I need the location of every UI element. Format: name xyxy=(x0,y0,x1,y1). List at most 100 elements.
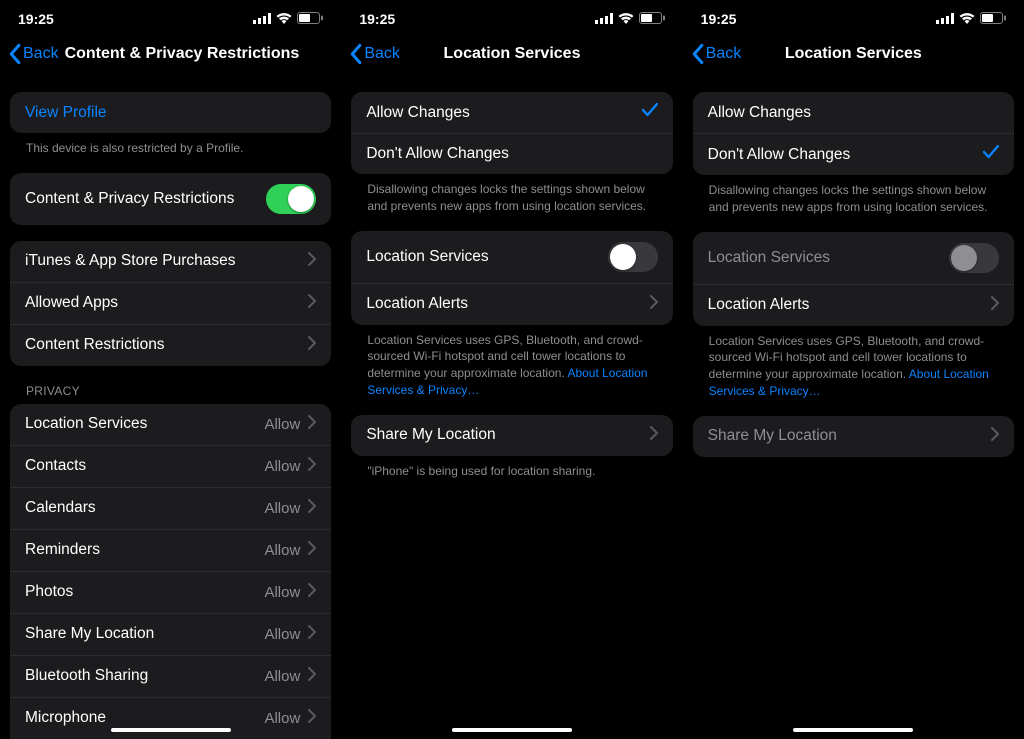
chevron-right-icon xyxy=(308,541,316,560)
content-privacy-toggle[interactable] xyxy=(266,184,316,214)
privacy-row[interactable]: Calendars Allow xyxy=(10,487,331,529)
group-allow: Allow Changes Don't Allow Changes xyxy=(693,92,1014,175)
home-indicator[interactable] xyxy=(793,728,913,733)
dont-allow-changes-label: Don't Allow Changes xyxy=(366,145,509,163)
privacy-row[interactable]: Location ServicesAllow xyxy=(10,404,331,445)
allow-changes-label: Allow Changes xyxy=(366,104,469,122)
group-loc: Location Services Location Alerts xyxy=(351,231,672,325)
signal-icon xyxy=(253,11,271,27)
row-right: Allow xyxy=(264,583,316,602)
signal-icon xyxy=(595,11,613,27)
privacy-row[interactable]: Reminders Allow xyxy=(10,529,331,571)
chevron-right-icon xyxy=(991,427,999,446)
allow-changes-row[interactable]: Allow Changes xyxy=(351,92,672,133)
dont-allow-changes-label: Don't Allow Changes xyxy=(708,146,851,164)
home-indicator[interactable] xyxy=(111,728,231,733)
changes-footer: Disallowing changes locks the settings s… xyxy=(693,175,1014,216)
checkmark-icon xyxy=(642,103,658,122)
privacy-row[interactable]: Contacts Allow xyxy=(10,445,331,487)
location-services-toggle-row[interactable]: Location Services xyxy=(351,231,672,283)
share-my-location-row[interactable]: Share My Location xyxy=(693,416,1014,457)
privacy-value: Allow xyxy=(264,710,300,727)
privacy-row[interactable]: Share My LocationAllow xyxy=(10,613,331,655)
status-time: 19:25 xyxy=(18,11,54,27)
privacy-value: Allow xyxy=(264,458,300,475)
privacy-row[interactable]: Microphone Allow xyxy=(10,697,331,739)
privacy-label: Bluetooth Sharing xyxy=(25,667,148,685)
share-label: Share My Location xyxy=(708,427,837,445)
itunes-row[interactable]: iTunes & App Store Purchases xyxy=(10,241,331,282)
home-indicator[interactable] xyxy=(452,728,572,733)
chevron-right-icon xyxy=(308,336,316,355)
privacy-label: Microphone xyxy=(25,709,106,727)
status-bar: 19:25 xyxy=(341,0,682,32)
screen-location-allow: 19:25 Back Location Services Allow Chang… xyxy=(341,0,682,739)
chevron-right-icon xyxy=(650,426,658,445)
privacy-value: Allow xyxy=(264,668,300,685)
privacy-label: Contacts xyxy=(25,457,86,475)
row-right: Allow xyxy=(264,415,316,434)
privacy-row[interactable]: Bluetooth Sharing Allow xyxy=(10,655,331,697)
privacy-row[interactable]: Photos Allow xyxy=(10,571,331,613)
location-alerts-row[interactable]: Location Alerts xyxy=(351,283,672,325)
chevron-right-icon xyxy=(991,296,999,315)
row-right: Allow xyxy=(264,625,316,644)
share-my-location-row[interactable]: Share My Location xyxy=(351,415,672,456)
allow-changes-row[interactable]: Allow Changes xyxy=(693,92,1014,133)
share-label: Share My Location xyxy=(366,426,495,444)
status-right xyxy=(936,11,1006,27)
nav-bar: Back Location Services xyxy=(341,32,682,76)
group-store: iTunes & App Store Purchases Allowed App… xyxy=(10,241,331,366)
back-button[interactable]: Back xyxy=(8,43,59,65)
back-label: Back xyxy=(706,45,742,63)
wifi-icon xyxy=(618,11,634,27)
chevron-right-icon xyxy=(308,583,316,602)
dont-allow-changes-row[interactable]: Don't Allow Changes xyxy=(693,133,1014,175)
location-services-toggle[interactable] xyxy=(608,242,658,272)
status-bar: 19:25 xyxy=(0,0,341,32)
group-cp-toggle: Content & Privacy Restrictions xyxy=(10,173,331,225)
wifi-icon xyxy=(959,11,975,27)
content-restrictions-row[interactable]: Content Restrictions xyxy=(10,324,331,366)
view-profile-row[interactable]: View Profile xyxy=(10,92,331,133)
row-right: Allow xyxy=(264,667,316,686)
allowed-apps-label: Allowed Apps xyxy=(25,294,118,312)
content-privacy-toggle-row[interactable]: Content & Privacy Restrictions xyxy=(10,173,331,225)
chevron-right-icon xyxy=(308,415,316,434)
loc-services-label: Location Services xyxy=(708,249,830,267)
loc-alerts-label: Location Alerts xyxy=(366,295,468,313)
screen-location-dontallow: 19:25 Back Location Services Allow Chang… xyxy=(683,0,1024,739)
privacy-value: Allow xyxy=(264,626,300,643)
privacy-label: Reminders xyxy=(25,541,100,559)
location-alerts-row[interactable]: Location Alerts xyxy=(693,284,1014,326)
status-time: 19:25 xyxy=(359,11,395,27)
share-footer: "iPhone" is being used for location shar… xyxy=(351,456,672,480)
privacy-label: Photos xyxy=(25,583,73,601)
battery-icon xyxy=(639,11,665,27)
content: View Profile This device is also restric… xyxy=(0,76,341,739)
chevron-right-icon xyxy=(308,709,316,728)
dont-allow-changes-row[interactable]: Don't Allow Changes xyxy=(351,133,672,174)
chevron-right-icon xyxy=(308,625,316,644)
loc-footer: Location Services uses GPS, Bluetooth, a… xyxy=(693,326,1014,400)
signal-icon xyxy=(936,11,954,27)
privacy-label: Calendars xyxy=(25,499,96,517)
row-right: Allow xyxy=(264,457,316,476)
privacy-value: Allow xyxy=(264,542,300,559)
group-allow: Allow Changes Don't Allow Changes xyxy=(351,92,672,174)
nav-bar: Back Content & Privacy Restrictions xyxy=(0,32,341,76)
back-button[interactable]: Back xyxy=(349,43,400,65)
privacy-value: Allow xyxy=(264,584,300,601)
row-right: Allow xyxy=(264,499,316,518)
chevron-right-icon xyxy=(308,457,316,476)
row-right: Allow xyxy=(264,709,316,728)
allowed-apps-row[interactable]: Allowed Apps xyxy=(10,282,331,324)
group-profile: View Profile xyxy=(10,92,331,133)
status-bar: 19:25 xyxy=(683,0,1024,32)
chevron-right-icon xyxy=(308,294,316,313)
cp-label: Content & Privacy Restrictions xyxy=(25,190,234,208)
privacy-header: Privacy xyxy=(10,366,331,404)
view-profile-label: View Profile xyxy=(25,104,107,122)
content: Allow Changes Don't Allow Changes Disall… xyxy=(341,76,682,739)
back-button[interactable]: Back xyxy=(691,43,742,65)
